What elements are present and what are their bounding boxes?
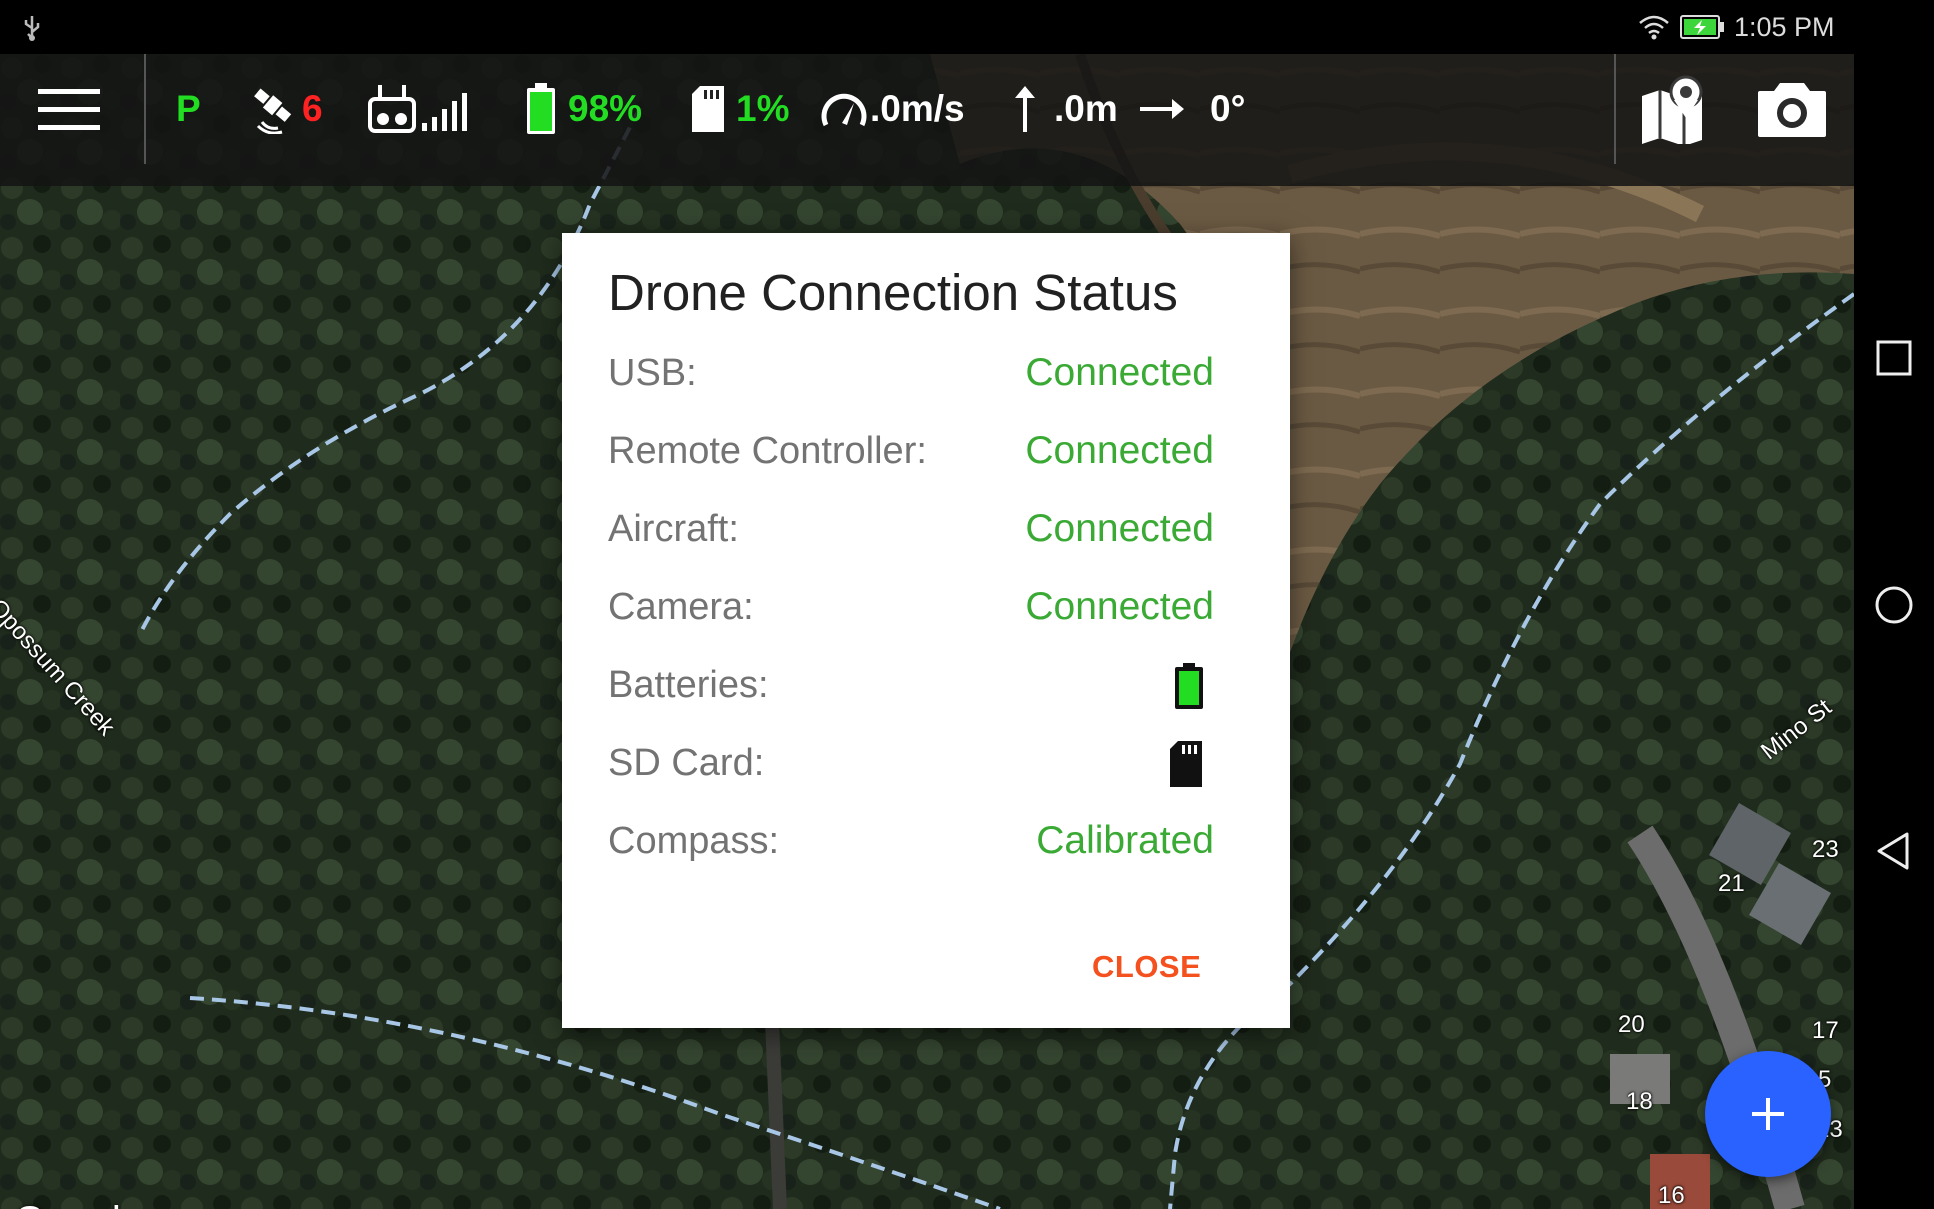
plus-icon — [1752, 1098, 1784, 1130]
distance-indicator: 0° — [1138, 54, 1245, 164]
dialog-title: Drone Connection Status — [608, 264, 1178, 321]
status-value: Calibrated — [1036, 819, 1214, 862]
map-pin-icon — [1642, 75, 1703, 144]
sd-card-icon — [1170, 741, 1202, 787]
close-button[interactable]: CLOSE — [1092, 949, 1201, 985]
status-value: Connected — [1025, 351, 1214, 394]
altitude-value: .0m — [1054, 88, 1118, 129]
add-button[interactable] — [1705, 1051, 1831, 1177]
sd-card-usage: 1% — [736, 88, 790, 129]
map-label-house: 17 — [1812, 1017, 1839, 1044]
status-value: Connected — [1025, 507, 1214, 550]
map-toggle-button[interactable] — [1640, 54, 1710, 164]
speedometer-icon — [821, 93, 867, 127]
speed-value: .0m/s — [870, 88, 965, 129]
gps-satellite-count: 6 — [302, 88, 323, 129]
battery-icon — [527, 83, 555, 134]
menu-icon — [38, 89, 100, 130]
flight-mode-indicator[interactable]: P — [176, 54, 201, 164]
map-label-house: 21 — [1718, 870, 1745, 897]
google-attribution: Google — [14, 1199, 143, 1209]
status-label: Camera: — [608, 586, 754, 628]
wifi-icon — [1639, 15, 1669, 40]
map-label-house: 18 — [1626, 1088, 1653, 1115]
speed-indicator: .0m/s — [820, 54, 965, 164]
status-label: Batteries: — [608, 664, 769, 706]
android-nav-bar — [1854, 0, 1934, 1209]
distance-value: 0° — [1210, 88, 1246, 129]
status-row-batteries: Batteries: — [608, 655, 1214, 715]
remote-controller-icon — [368, 85, 416, 133]
camera-icon — [1758, 83, 1826, 137]
status-value: Connected — [1025, 429, 1214, 472]
satellite-icon — [254, 88, 292, 134]
recent-apps-button[interactable] — [1871, 335, 1917, 381]
rc-signal-status[interactable] — [368, 54, 470, 164]
status-label: Compass: — [608, 820, 780, 862]
signal-bars-icon — [422, 93, 467, 131]
android-status-bar: 1:05 PM — [0, 0, 1854, 54]
menu-button[interactable] — [38, 54, 108, 164]
altitude-indicator: .0m — [1012, 54, 1118, 164]
battery-status[interactable]: 98% — [526, 54, 642, 164]
sd-card-status[interactable]: 1% — [690, 54, 789, 164]
battery-charging-icon — [1680, 15, 1724, 39]
arrow-right-icon — [1140, 99, 1184, 119]
gps-status[interactable]: 6 — [248, 54, 323, 164]
status-row-remote-controller: Remote Controller: Connected — [608, 421, 1214, 481]
home-button[interactable] — [1871, 582, 1917, 628]
status-row-camera: Camera: Connected — [608, 577, 1214, 637]
connection-status-dialog: Drone Connection Status USB: Connected R… — [562, 233, 1290, 1028]
toolbar-divider — [144, 54, 146, 164]
status-row-usb: USB: Connected — [608, 343, 1214, 403]
sd-card-icon — [692, 86, 724, 132]
back-button[interactable] — [1871, 828, 1917, 874]
arrow-up-icon — [1015, 86, 1035, 132]
map-label-house: 16 — [1658, 1182, 1685, 1209]
status-label: SD Card: — [608, 742, 765, 784]
usb-icon — [24, 16, 40, 41]
toolbar-divider — [1614, 54, 1616, 164]
flight-toolbar: P 6 98% 1% .0m/s .0m 0° — [0, 54, 1854, 186]
status-row-sd-card: SD Card: — [608, 733, 1214, 793]
map-label-house: 23 — [1812, 836, 1839, 863]
status-row-aircraft: Aircraft: Connected — [608, 499, 1214, 559]
status-label: USB: — [608, 352, 697, 394]
status-row-compass: Compass: Calibrated — [608, 811, 1214, 871]
status-label: Aircraft: — [608, 508, 739, 550]
status-value: Connected — [1025, 585, 1214, 628]
battery-percentage: 98% — [568, 88, 643, 129]
map-label-house: 20 — [1618, 1011, 1645, 1038]
status-clock: 1:05 PM — [1734, 12, 1835, 42]
camera-button[interactable] — [1756, 54, 1830, 164]
battery-icon — [1175, 663, 1203, 709]
status-label: Remote Controller: — [608, 430, 927, 472]
